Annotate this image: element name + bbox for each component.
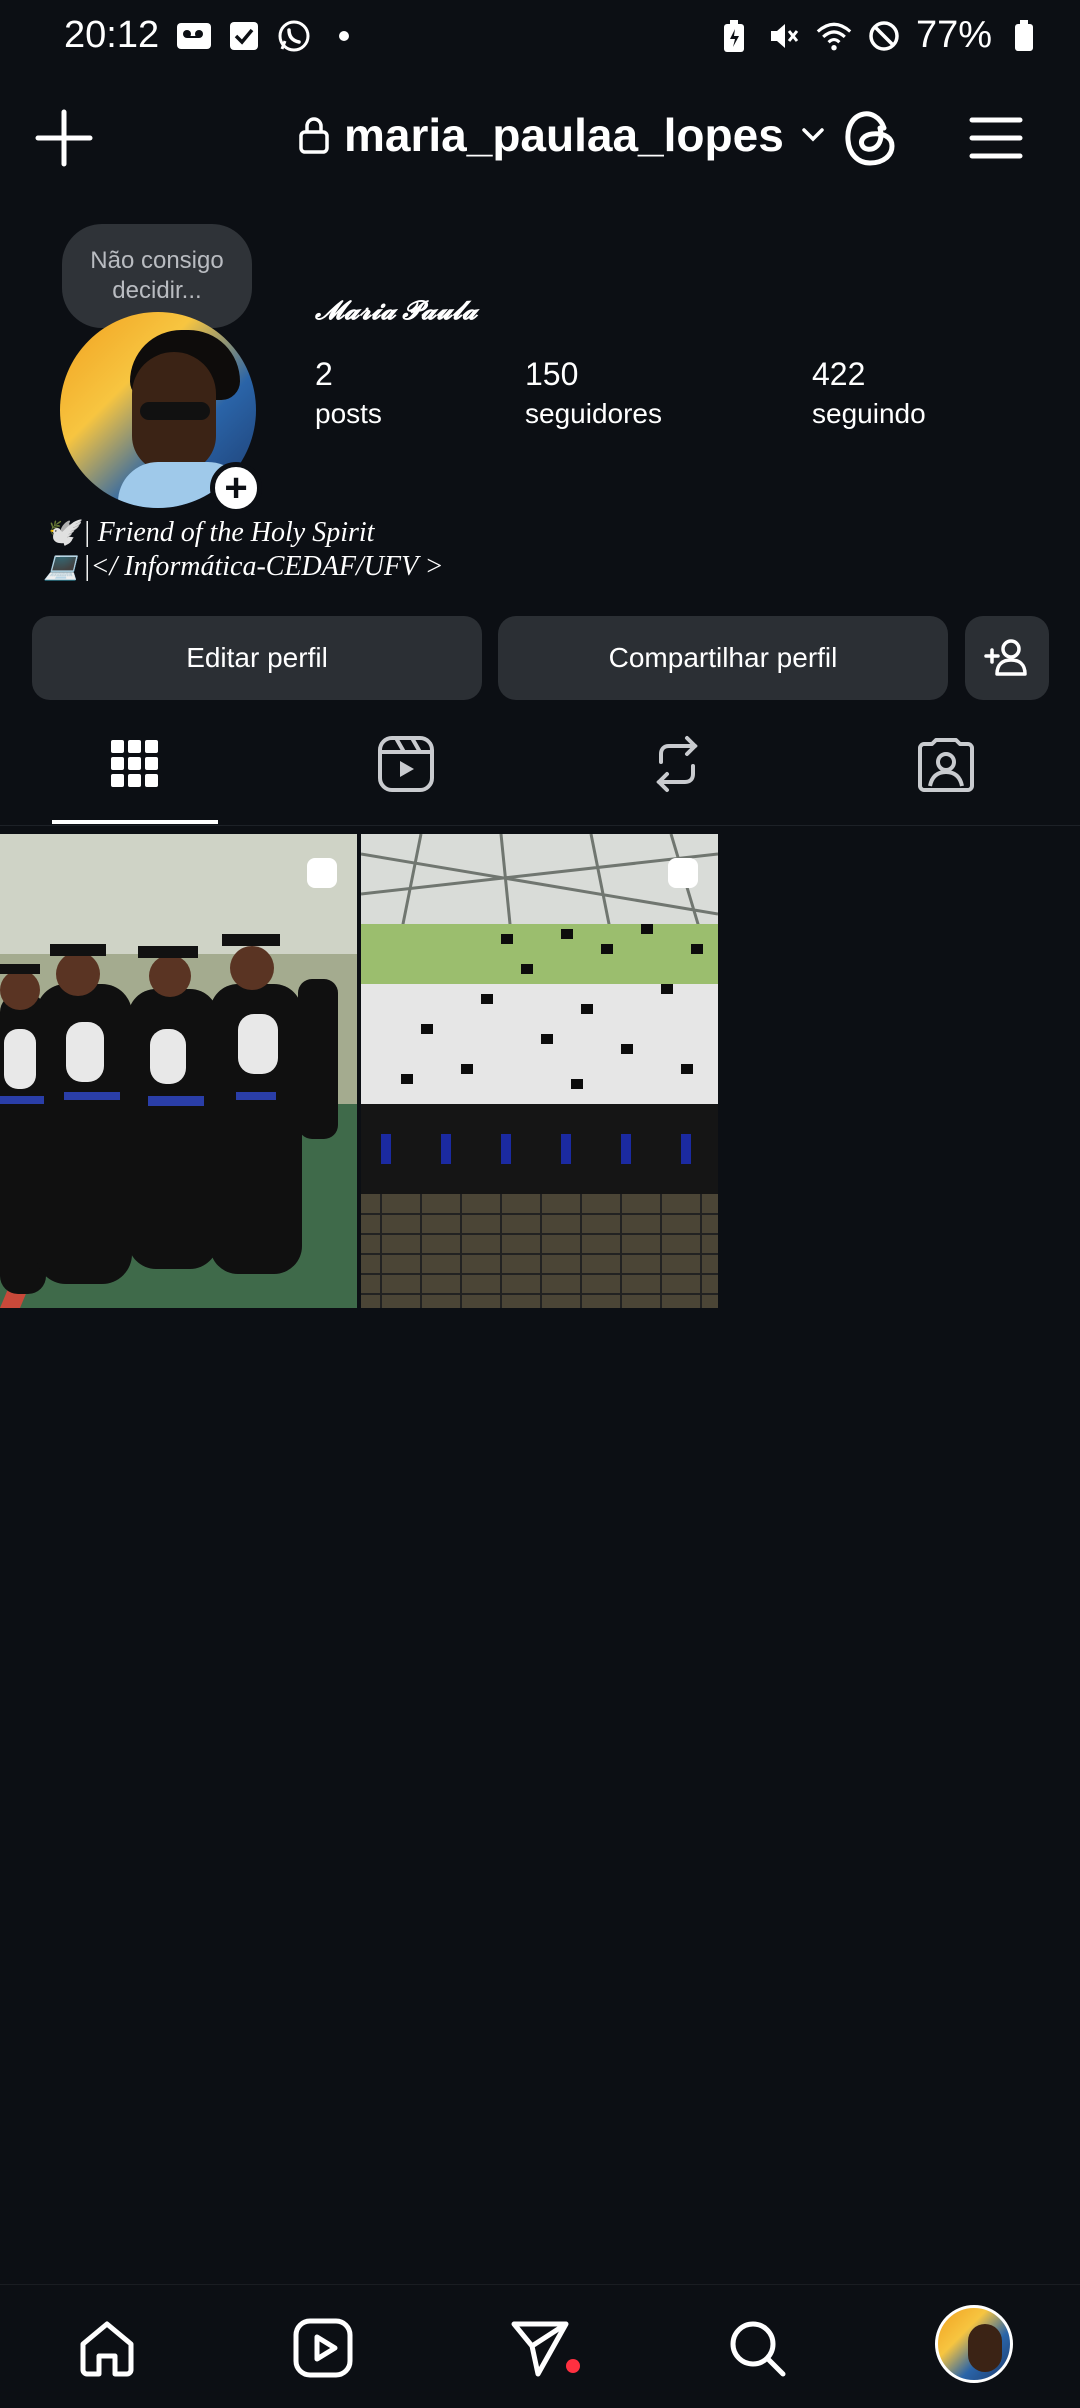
edit-profile-button[interactable]: Editar perfil [32,616,482,700]
stat-posts-value: 2 [315,356,333,392]
reels-icon [293,2318,353,2378]
threads-button[interactable] [840,106,900,170]
voicemail-icon [176,18,212,54]
bio-line: 🕊️ | Friend of the Holy Spirit [44,516,444,550]
profile-avatar[interactable]: + [60,312,262,514]
share-profile-button[interactable]: Compartilhar perfil [498,616,948,700]
dove-emoji: 🕊️ [44,517,79,548]
post-thumbnail[interactable] [0,834,357,1308]
hamburger-menu-icon [969,117,1023,159]
add-story-icon[interactable]: + [210,462,262,514]
threads-icon [845,111,895,166]
nav-reels[interactable] [288,2313,358,2383]
nav-direct[interactable] [505,2313,575,2383]
bio-text: | Friend of the Holy Spirit [82,517,375,548]
bottom-navigation [0,2284,1080,2408]
account-switcher[interactable]: maria_paulaa_lopes [298,108,828,162]
bio-line: 💻 |</ Informática-CEDAF/UFV > [44,550,444,584]
lock-icon [299,117,329,154]
battery-saver-icon [716,18,752,54]
stat-followers-value: 150 [525,356,579,392]
post-thumbnail[interactable] [361,834,718,1308]
do-not-disturb-icon [866,18,902,54]
bio: 🕊️ | Friend of the Holy Spirit 💻 |</ Inf… [44,516,444,584]
display-name: 𝓜𝓪𝓻𝓲𝓪 𝓟𝓪𝓾𝓵𝓪 [315,296,478,325]
grid-icon [111,740,158,787]
reels-icon [378,736,434,792]
profile-tabs [0,716,1080,826]
mute-icon [766,18,802,54]
nav-profile-avatar[interactable] [935,2305,1013,2383]
nav-search[interactable] [722,2313,792,2383]
add-person-icon [984,639,1027,676]
dot-icon [326,18,362,54]
notification-dot [566,2359,580,2373]
username: maria_paulaa_lopes [344,109,784,161]
laptop-emoji: 💻 [44,551,79,582]
menu-button[interactable] [966,108,1026,168]
battery-percent: 77% [915,14,992,56]
chevron-down-icon [802,128,824,142]
repost-icon [656,736,698,792]
profile-header: maria_paulaa_lopes [0,100,1080,180]
nav-home[interactable] [72,2313,142,2383]
stat-posts-label: posts [315,398,382,429]
send-icon [511,2321,569,2377]
profile-page: 20:12 77% maria_paulaa_lopes Não consigo… [0,0,1080,2408]
post-image [0,834,357,1308]
note-text: Não consigo decidir... [90,247,224,304]
stat-followers-label: seguidores [525,398,662,429]
tab-grid[interactable] [103,732,167,796]
status-time: 20:12 [64,14,160,56]
tab-reels[interactable] [374,732,438,796]
active-tab-indicator [52,820,218,824]
battery-icon [1006,18,1042,54]
stat-following[interactable]: 422 seguindo [812,354,926,434]
checkbox-icon [226,18,262,54]
stat-following-label: seguindo [812,398,926,429]
stat-posts[interactable]: 2 posts [315,354,382,434]
wifi-icon [816,18,852,54]
create-button[interactable] [32,106,96,170]
status-bar: 20:12 77% [0,0,1080,72]
stat-following-value: 422 [812,356,866,392]
tab-tagged[interactable] [914,732,978,796]
tagged-icon [918,738,974,792]
carousel-icon [668,858,698,888]
home-icon [80,2321,134,2377]
whatsapp-icon [276,18,312,54]
post-image [361,834,718,1308]
plus-icon [35,109,93,167]
discover-people-button[interactable] [965,616,1049,700]
search-icon [730,2321,786,2377]
carousel-icon [307,858,337,888]
tab-reposts[interactable] [645,732,709,796]
bio-text: |</ Informática-CEDAF/UFV > [82,551,444,582]
stat-followers[interactable]: 150 seguidores [525,354,662,434]
